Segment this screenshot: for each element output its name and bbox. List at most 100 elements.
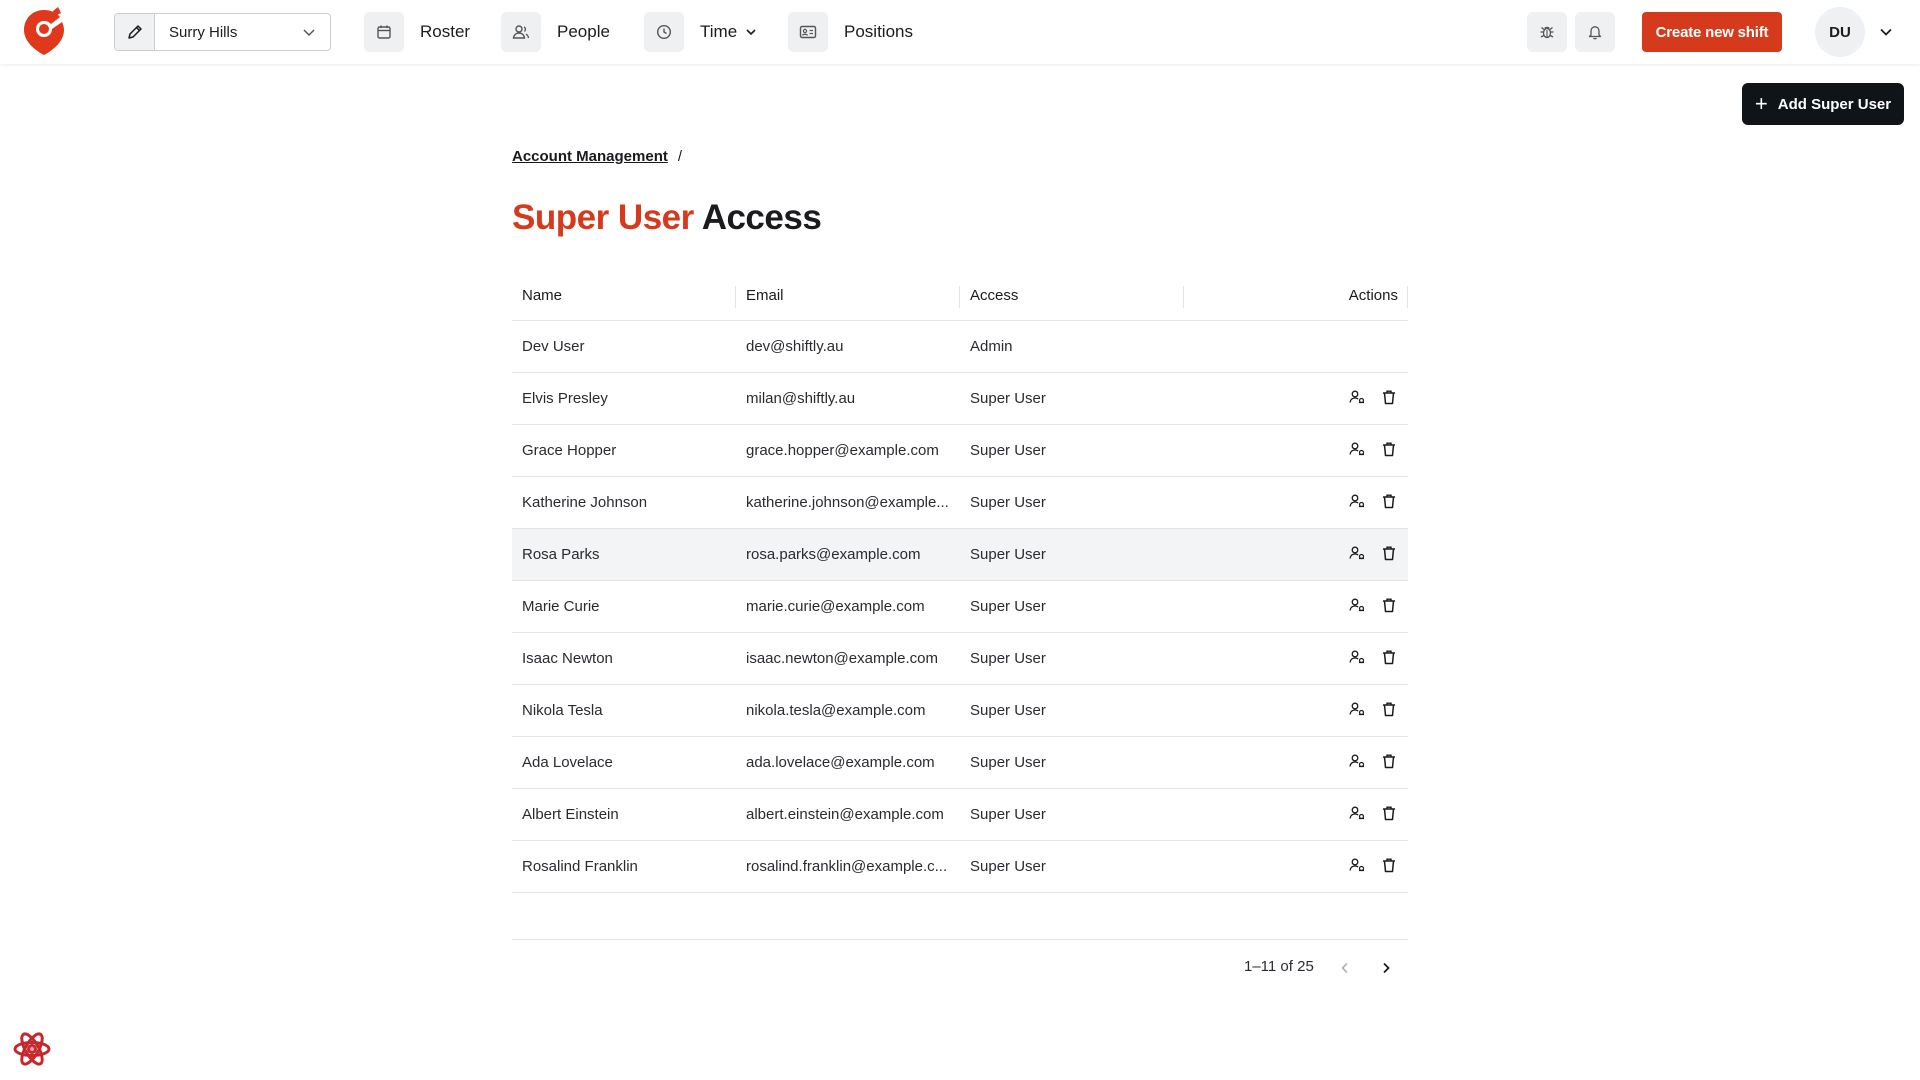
breadcrumb: Account Management / — [512, 148, 682, 165]
table-row[interactable]: Elvis Presley milan@shiftly.au Super User — [512, 372, 1408, 425]
chevron-down-icon[interactable] — [1878, 24, 1894, 40]
cell-actions — [1184, 788, 1408, 841]
cell-email: albert.einstein@example.com — [736, 788, 960, 841]
manage-user-access-icon[interactable] — [1348, 388, 1366, 406]
column-header-access[interactable]: Access — [960, 272, 1184, 321]
bell-icon — [1588, 26, 1602, 40]
column-header-name[interactable]: Name — [512, 272, 736, 321]
clock-icon — [644, 12, 684, 52]
cell-name: Elvis Presley — [512, 372, 736, 425]
cell-name: Dev User — [512, 320, 736, 373]
previous-page-button[interactable] — [1333, 956, 1357, 980]
nav-roster[interactable]: Roster — [364, 12, 470, 52]
pagination-range: 1–11 of 25 — [1244, 958, 1314, 975]
people-icon — [501, 12, 541, 52]
avatar-initials: DU — [1829, 23, 1851, 41]
manage-user-access-icon[interactable] — [1348, 648, 1366, 666]
cell-name: Grace Hopper — [512, 424, 736, 477]
trash-icon[interactable] — [1380, 492, 1398, 510]
nav-people-label: People — [557, 22, 610, 41]
trash-icon[interactable] — [1380, 752, 1398, 770]
table-row[interactable]: Albert Einstein albert.einstein@example.c… — [512, 788, 1408, 841]
id-card-icon — [788, 12, 828, 52]
cell-access: Super User — [960, 684, 1184, 737]
add-super-user-button[interactable]: + Add Super User — [1742, 83, 1904, 125]
table-header-row: Name Email Access Actions — [512, 272, 1408, 321]
manage-user-access-icon[interactable] — [1348, 544, 1366, 562]
chevron-right-icon — [1383, 962, 1390, 974]
nav-time-label: Time — [700, 22, 738, 41]
cell-actions — [1184, 580, 1408, 633]
pencil-icon — [127, 25, 142, 39]
cell-email: rosa.parks@example.com — [736, 528, 960, 581]
cell-name: Nikola Tesla — [512, 684, 736, 737]
chevron-left-icon — [1341, 962, 1348, 974]
cell-access: Super User — [960, 736, 1184, 789]
table-row[interactable]: Rosa Parks rosa.parks@example.com Super Us… — [512, 528, 1408, 581]
manage-user-access-icon[interactable] — [1348, 856, 1366, 874]
manage-user-access-icon[interactable] — [1348, 492, 1366, 510]
cell-name: Rosalind Franklin — [512, 840, 736, 893]
trash-icon[interactable] — [1380, 700, 1398, 718]
breadcrumb-separator: / — [677, 148, 683, 165]
manage-user-access-icon[interactable] — [1348, 752, 1366, 770]
table-row[interactable]: Rosalind Franklin rosalind.franklin@examp… — [512, 840, 1408, 893]
cell-access: Admin — [960, 320, 1184, 373]
cell-access: Super User — [960, 528, 1184, 581]
cell-name: Isaac Newton — [512, 632, 736, 685]
trash-icon[interactable] — [1380, 544, 1398, 562]
shiftly-logo[interactable] — [22, 7, 66, 57]
page-title-accent: Super User — [512, 198, 694, 237]
cell-actions — [1184, 424, 1408, 477]
nav-roster-label: Roster — [420, 22, 471, 41]
page-title-rest: Access — [701, 198, 822, 237]
bug-report-button[interactable] — [1527, 12, 1567, 52]
notifications-button[interactable] — [1575, 12, 1615, 52]
nav-positions[interactable]: Positions — [788, 12, 913, 52]
chevron-down-icon — [746, 29, 756, 36]
cell-email: marie.curie@example.com — [736, 580, 960, 633]
table-row[interactable]: Marie Curie marie.curie@example.com Super … — [512, 580, 1408, 633]
cell-name: Marie Curie — [512, 580, 736, 633]
react-devtools-icon[interactable] — [11, 1028, 53, 1070]
table-row[interactable]: Katherine Johnson katherine.johnson@examp… — [512, 476, 1408, 529]
trash-icon[interactable] — [1380, 648, 1398, 666]
avatar[interactable]: DU — [1815, 7, 1865, 57]
cell-email: rosalind.franklin@example.c... — [736, 840, 960, 893]
trash-icon[interactable] — [1380, 856, 1398, 874]
next-page-button[interactable] — [1374, 956, 1398, 980]
create-new-shift-button[interactable]: Create new shift — [1642, 12, 1782, 52]
venue-selector[interactable]: Surry Hills — [114, 13, 331, 51]
nav-time[interactable]: Time — [644, 12, 757, 52]
cell-access: Super User — [960, 580, 1184, 633]
manage-user-access-icon[interactable] — [1348, 596, 1366, 614]
edit-venue-button[interactable] — [115, 14, 155, 50]
trash-icon[interactable] — [1380, 596, 1398, 614]
page-title: Super User Access — [512, 198, 822, 238]
cell-name: Albert Einstein — [512, 788, 736, 841]
calendar-icon — [364, 12, 404, 52]
trash-icon[interactable] — [1380, 440, 1398, 458]
breadcrumb-account-management[interactable]: Account Management — [512, 148, 668, 165]
table-row[interactable]: Dev User dev@shiftly.au Admin — [512, 320, 1408, 373]
column-header-email[interactable]: Email — [736, 272, 960, 321]
manage-user-access-icon[interactable] — [1348, 440, 1366, 458]
cell-email: isaac.newton@example.com — [736, 632, 960, 685]
table-row[interactable]: Ada Lovelace ada.lovelace@example.com Supe… — [512, 736, 1408, 789]
cell-email: milan@shiftly.au — [736, 372, 960, 425]
table-row[interactable]: Isaac Newton isaac.newton@example.com Supe… — [512, 632, 1408, 685]
trash-icon[interactable] — [1380, 804, 1398, 822]
cell-name: Katherine Johnson — [512, 476, 736, 529]
super-user-table: Name Email Access Actions Dev User dev@sh… — [512, 272, 1408, 893]
nav-people[interactable]: People — [501, 12, 610, 52]
cell-access: Super User — [960, 632, 1184, 685]
chevron-down-icon — [303, 29, 315, 37]
cell-actions — [1184, 528, 1408, 581]
trash-icon[interactable] — [1380, 388, 1398, 406]
table-row[interactable]: Grace Hopper grace.hopper@example.com Supe… — [512, 424, 1408, 477]
table-row[interactable]: Nikola Tesla nikola.tesla@example.com Supe… — [512, 684, 1408, 737]
cell-email: nikola.tesla@example.com — [736, 684, 960, 737]
manage-user-access-icon[interactable] — [1348, 804, 1366, 822]
venue-name: Surry Hills — [169, 23, 238, 41]
manage-user-access-icon[interactable] — [1348, 700, 1366, 718]
